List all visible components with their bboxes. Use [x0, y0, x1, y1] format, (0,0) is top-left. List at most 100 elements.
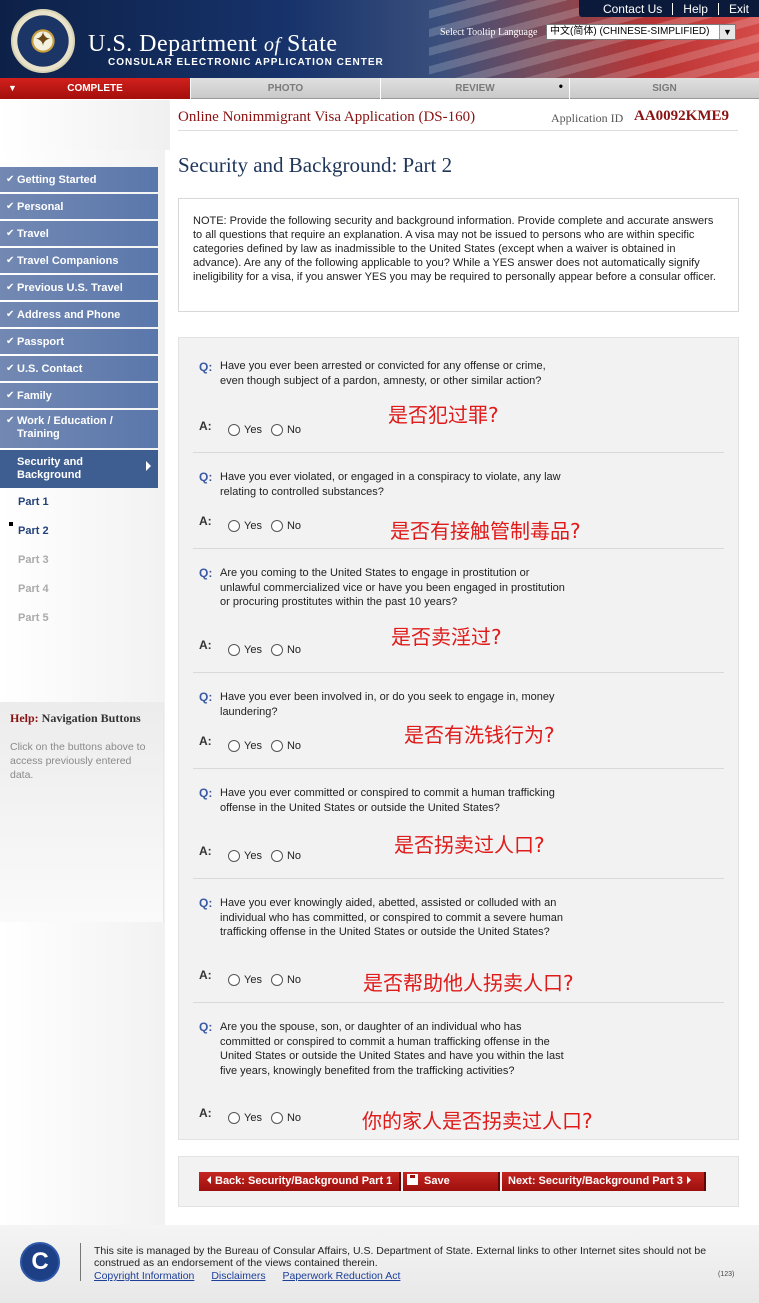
answer-label: A:: [199, 968, 212, 982]
arrow-left-icon: [207, 1176, 211, 1184]
question-label: Q:: [199, 470, 213, 484]
yes-label: Yes: [244, 520, 262, 532]
application-header: Online Nonimmigrant Visa Application (DS…: [0, 100, 759, 150]
question-text: Have you ever been arrested or convicted…: [220, 360, 546, 387]
check-icon: ✔: [6, 255, 15, 266]
yes-radio[interactable]: [228, 424, 240, 436]
sidebar-item-travel[interactable]: ✔ Travel: [0, 221, 158, 246]
question-label: Q:: [199, 896, 213, 910]
no-radio[interactable]: [270, 424, 283, 436]
help-title-rest: Navigation Buttons: [41, 711, 141, 725]
check-icon: ✔: [6, 174, 15, 185]
tooltip-language-value: 中文(简体) (CHINESE-SIMPLIFIED): [550, 26, 710, 37]
app-row-spacer: [0, 100, 170, 150]
arrow-right-icon: [686, 1176, 691, 1184]
no-label: No: [286, 850, 302, 862]
answer-radio-group: Yes No: [228, 740, 310, 752]
save-disk-icon: [407, 1174, 418, 1185]
yes-radio[interactable]: [228, 644, 240, 656]
navigation-button-bar: Back: Security/Background Part 1 Save Ne…: [178, 1156, 739, 1207]
sidebar-item-label: Travel Companions: [17, 254, 119, 267]
sidebar-item-security-background[interactable]: Security and Background: [0, 450, 158, 488]
sidebar-item-travel-companions[interactable]: ✔ Travel Companions: [0, 248, 158, 273]
divider: [193, 452, 724, 453]
save-button[interactable]: Save: [403, 1172, 500, 1191]
yes-label: Yes: [244, 1112, 262, 1124]
answer-label: A:: [199, 638, 212, 652]
chevron-right-icon: [146, 461, 151, 471]
answer-radio-group: Yes No: [228, 644, 310, 656]
footer-text: This site is managed by the Bureau of Co…: [94, 1245, 707, 1269]
chevron-down-icon: ▼: [8, 83, 17, 93]
no-radio[interactable]: [270, 644, 283, 656]
contact-us-link[interactable]: Contact Us: [593, 2, 672, 16]
sidebar-item-family[interactable]: ✔ Family: [0, 383, 158, 408]
disclaimers-link[interactable]: Disclaimers: [211, 1270, 265, 1282]
divider: [193, 548, 724, 549]
sidebar-item-address-phone[interactable]: ✔ Address and Phone: [0, 302, 158, 327]
check-icon: ✔: [6, 336, 15, 347]
ceac-subtitle: CONSULAR ELECTRONIC APPLICATION CENTER: [108, 57, 384, 68]
sidebar-item-passport[interactable]: ✔ Passport: [0, 329, 158, 354]
eagle-icon: ✦: [34, 29, 52, 51]
yes-label: Yes: [244, 424, 262, 436]
back-button[interactable]: Back: Security/Background Part 1: [199, 1172, 401, 1191]
sidebar-item-us-contact[interactable]: ✔ U.S. Contact: [0, 356, 158, 381]
sidebar-item-personal[interactable]: ✔ Personal: [0, 194, 158, 219]
tab-complete: ▼ COMPLETE: [0, 78, 191, 99]
sidebar-item-label: Security and Background: [17, 456, 84, 481]
annotation-text: 是否卖淫过?: [391, 625, 502, 649]
application-id: AA0092KME9: [634, 108, 729, 124]
sidebar-item-previous-us-travel[interactable]: ✔ Previous U.S. Travel: [0, 275, 158, 300]
yes-label: Yes: [244, 740, 262, 752]
no-label: No: [286, 644, 302, 656]
question-text: Have you ever knowingly aided, abetted, …: [220, 897, 563, 938]
help-link[interactable]: Help: [673, 2, 718, 16]
check-icon: ✔: [6, 363, 15, 374]
yes-radio[interactable]: [228, 520, 240, 532]
dept-title-pre: U.S. Department: [88, 31, 258, 57]
answer-label: A:: [199, 514, 212, 528]
question-text: Have you ever violated, or engaged in a …: [220, 471, 561, 498]
copyright-link[interactable]: Copyright Information: [94, 1270, 194, 1282]
answer-radio-group: Yes No: [228, 850, 310, 862]
sidebar-item-label: Travel: [17, 227, 49, 240]
sidebar-subitem-part-1[interactable]: Part 1: [18, 496, 49, 508]
no-radio[interactable]: [270, 520, 283, 532]
no-radio[interactable]: [270, 850, 283, 862]
exit-link[interactable]: Exit: [719, 2, 759, 16]
help-title: Help: Navigation Buttons: [10, 711, 141, 726]
sidebar-item-label: Address and Phone: [17, 308, 121, 321]
yes-label: Yes: [244, 850, 262, 862]
paperwork-reduction-link[interactable]: Paperwork Reduction Act: [283, 1270, 401, 1282]
question-label: Q:: [199, 690, 213, 704]
answer-label: A:: [199, 1106, 212, 1120]
tab-photo-label: PHOTO: [267, 83, 304, 94]
application-id-label: Application ID: [551, 111, 624, 125]
department-title: U.S. Department of State: [88, 31, 338, 58]
tab-review-label: REVIEW: [455, 83, 495, 94]
yes-radio[interactable]: [228, 850, 240, 862]
sidebar-item-getting-started[interactable]: ✔ Getting Started: [0, 167, 158, 192]
check-icon: ✔: [6, 309, 15, 320]
sidebar-item-label: U.S. Contact: [17, 362, 83, 375]
tab-sign-label: SIGN: [652, 83, 677, 94]
next-button-label: Next: Security/Background Part 3: [508, 1175, 683, 1187]
no-radio[interactable]: [270, 1112, 283, 1124]
tab-sign: SIGN: [570, 78, 759, 99]
no-radio[interactable]: [270, 740, 283, 752]
sidebar-subitem-part-2[interactable]: Part 2: [18, 525, 49, 537]
tooltip-language-select[interactable]: 中文(简体) (CHINESE-SIMPLIFIED) ▼: [546, 24, 736, 40]
no-radio[interactable]: [270, 974, 283, 986]
next-button[interactable]: Next: Security/Background Part 3: [502, 1172, 706, 1191]
dept-title-of: of: [263, 34, 281, 56]
check-icon: ✔: [6, 390, 15, 401]
question-label: Q:: [199, 566, 213, 580]
ca-logo-icon: C: [20, 1242, 60, 1282]
yes-radio[interactable]: [228, 1112, 240, 1124]
question-label: Q:: [199, 786, 213, 800]
no-label: No: [286, 740, 302, 752]
yes-radio[interactable]: [228, 740, 240, 752]
yes-radio[interactable]: [228, 974, 240, 986]
sidebar-item-work-education[interactable]: ✔ Work / Education / Training: [0, 410, 158, 448]
